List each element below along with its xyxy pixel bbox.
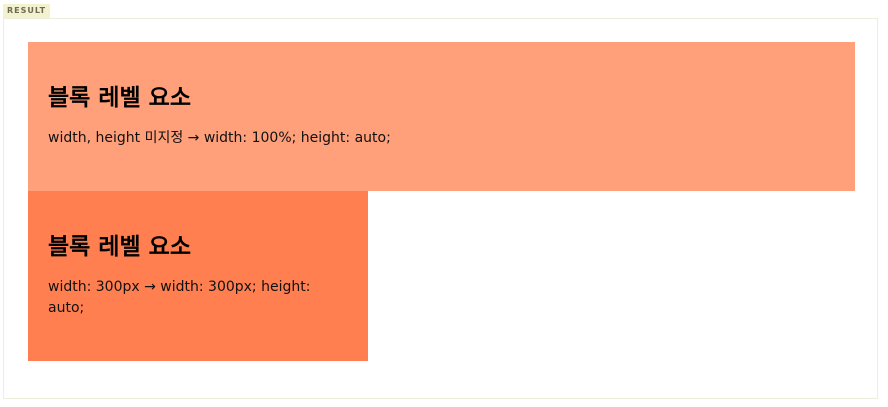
block-description: width, height 미지정 → width: 100%; height:… bbox=[48, 130, 391, 146]
block-description: width: 300px → width: 300px; height: aut… bbox=[48, 279, 311, 316]
block-title: 블록 레벨 요소 bbox=[48, 85, 191, 111]
block-element-full-width: 블록 레벨 요소 width, height 미지정 → width: 100%… bbox=[28, 42, 855, 191]
result-tab[interactable]: RESULT bbox=[3, 4, 50, 18]
block-title: 블록 레벨 요소 bbox=[48, 234, 191, 260]
result-frame: 블록 레벨 요소 width, height 미지정 → width: 100%… bbox=[3, 18, 878, 399]
block-element-fixed-width: 블록 레벨 요소 width: 300px → width: 300px; he… bbox=[28, 191, 368, 361]
